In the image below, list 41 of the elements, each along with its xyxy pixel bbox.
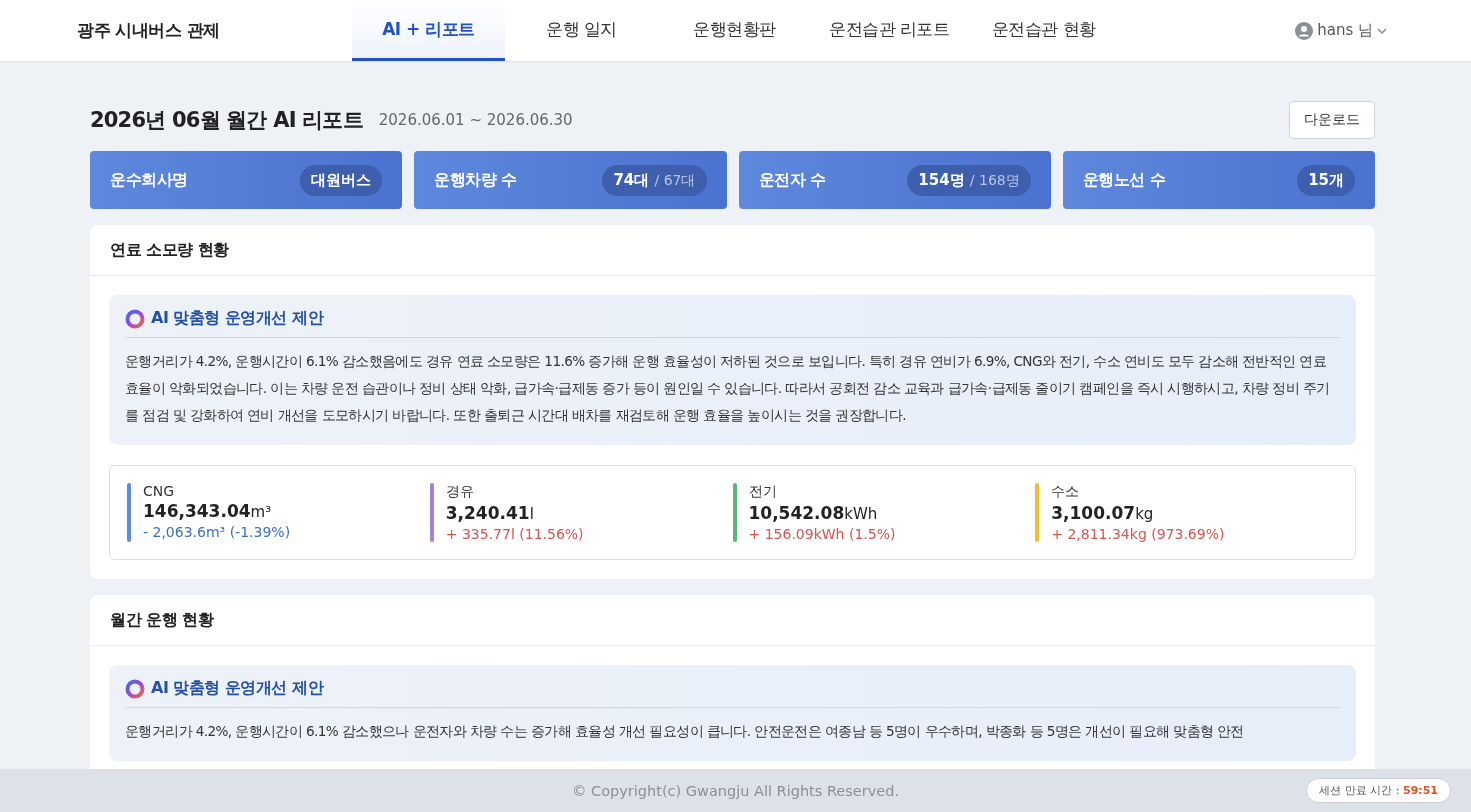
- summary-label: 운전자 수: [758, 169, 826, 191]
- user-avatar-icon: [1295, 21, 1314, 40]
- fuel-change: - 2,063.6m³ (-1.39%): [143, 524, 291, 540]
- ai-suggestion-text: 운행거리가 4.2%, 운행시간이 6.1% 감소했음에도 경유 연료 소모량은 11.6% 증가해 운행 효율성이 저하된 것으로 보입니다. 특히 경유 연비가 6.9%, CNG와 전기, 수소 연비도 모두 감소해 전반적인 연료 효율이 악화되었습니다. 이는 차량 운전 습관이나 정비 상태 악화, 급가속·급제동 증가 등이 원인일 수 있습니다. 따라서 공회전 감소 교육과 급가속·급제동 줄이기 캠페인을 즉시 시행하시고, 차량 정비 주기를 점검 및 강화하여 연비 개선을 도모하시기 바랍니다. 또한 출퇴근 시간대 배차를 재검토해 운행 효율을 높이시는 것을 권장합니다.: [125, 352, 1331, 425]
- fuel-name: 전기: [748, 483, 778, 501]
- fuel-name: CNG: [143, 483, 176, 499]
- summary-label: 운행노선 수: [1082, 169, 1166, 191]
- fuel-change: + 156.09kWh (1.5%): [748, 526, 896, 542]
- summary-label: 운수회사명: [110, 169, 188, 191]
- nav-tab[interactable]: 운행 일지: [505, 0, 658, 61]
- fuel-change: + 335.77l (11.56%): [445, 526, 584, 542]
- summary-value: 15개: [1297, 164, 1355, 196]
- app-title: 광주 시내버스 관제: [76, 19, 221, 42]
- download-button[interactable]: 다운로드: [1289, 101, 1375, 139]
- report-period: 2026.06.01 ~ 2026.06.30: [378, 111, 573, 129]
- nav-tab[interactable]: 운전습관 리포트: [811, 0, 968, 61]
- fuel-value: 10,542.08kWh: [748, 503, 879, 523]
- summary-value: 154명 / 168명: [907, 164, 1031, 196]
- fuel-value: 3,100.07kg: [1051, 503, 1155, 523]
- summary-value: 74대 / 67대: [602, 164, 707, 196]
- summary-value: 대원버스: [300, 164, 383, 196]
- fuel-value: 3,240.41l: [445, 503, 535, 523]
- ai-suggestion-title: AI 맞춤형 운영개선 제안: [151, 678, 324, 699]
- nav-tab[interactable]: 운전습관 현황: [967, 0, 1121, 61]
- session-timer: 세션 만료 시간 : 59:51: [1306, 778, 1451, 803]
- copyright-text: © Copyright(c) Gwangju All Rights Reserved.: [571, 782, 900, 799]
- section-title: 연료 소모량 현황: [90, 225, 1375, 276]
- user-menu[interactable]: hans 님: [1289, 0, 1393, 61]
- ai-logo-icon: [125, 678, 145, 699]
- fuel-change: + 2,811.34kg (973.69%): [1051, 526, 1225, 542]
- fuel-name: 경유: [445, 483, 475, 501]
- fuel-name: 수소: [1051, 483, 1081, 501]
- nav-tab[interactable]: 운행현황판: [658, 0, 811, 61]
- ai-suggestion-text: 운행거리가 4.2%, 운행시간이 6.1% 감소했으나 운전자와 차량 수는 증가해 효율성 개선 필요성이 큽니다. 안전운전은 여종남 등 5명이 우수하며, 박종화 등 5명은 개선이 필요해 맞춤형 안전: [125, 722, 1245, 741]
- fuel-value: 146,343.04m³: [143, 501, 273, 521]
- report-title: 2026년 06월 월간 AI 리포트: [90, 107, 363, 134]
- ai-logo-icon: [125, 308, 145, 329]
- ai-suggestion-title: AI 맞춤형 운영개선 제안: [151, 308, 324, 329]
- summary-label: 운행차량 수: [434, 169, 517, 191]
- section-title: 월간 운행 현황: [90, 595, 1375, 646]
- chevron-down-icon: [1377, 25, 1387, 36]
